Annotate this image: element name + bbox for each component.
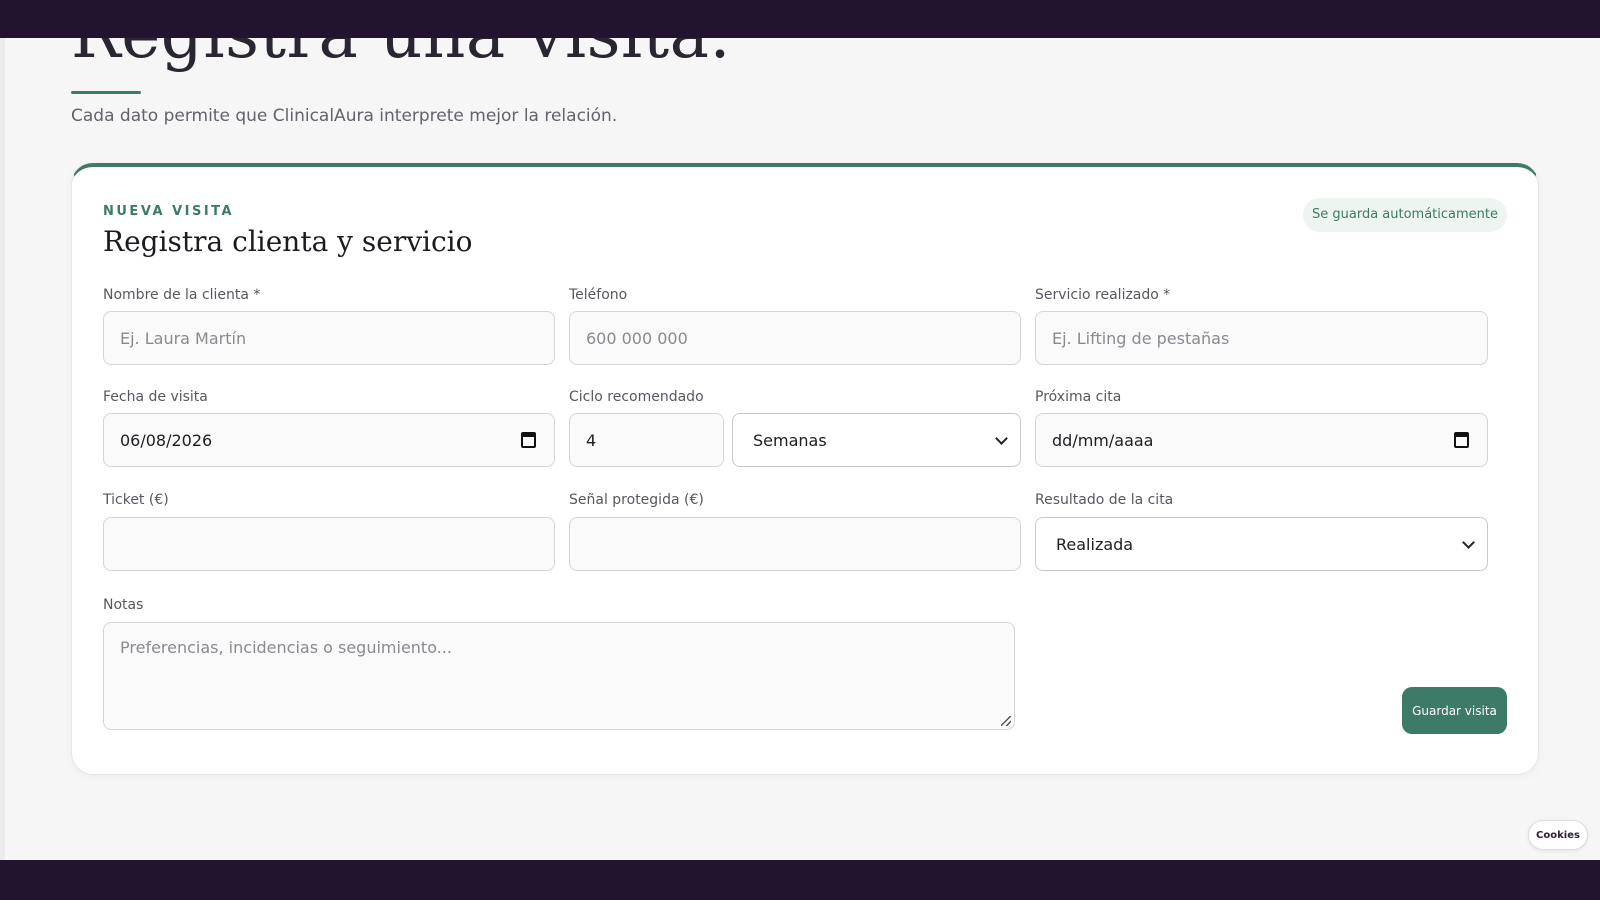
result-select[interactable]: Realizada [1035,517,1488,571]
visit-date-value: 06/08/2026 [120,430,213,450]
visit-date-input[interactable]: 06/08/2026 [103,413,555,467]
calendar-icon[interactable] [1454,432,1469,448]
cookies-button[interactable]: Cookies [1528,820,1588,850]
service-input[interactable]: Ej. Lifting de pestañas [1035,311,1488,365]
cycle-unit-select[interactable]: Semanas [732,413,1021,467]
notes-textarea[interactable]: Preferencias, incidencias o seguimiento.… [103,622,1015,730]
page-viewport: Registra una visita. Cada dato permite q… [0,38,1600,860]
client-name-input[interactable]: Ej. Laura Martín [103,311,555,365]
ticket-input[interactable] [103,517,555,571]
cycle-number-input[interactable]: 4 [569,413,724,467]
next-appointment-value: dd/mm/aaaa [1052,430,1154,450]
chevron-down-icon [1462,536,1475,549]
card-title: Registra clienta y servicio [103,225,473,258]
deposit-label: Señal protegida (€) [569,492,704,508]
autosave-badge: Se guarda automáticamente [1302,198,1507,232]
next-appointment-input[interactable]: dd/mm/aaaa [1035,413,1488,467]
service-label: Servicio realizado * [1035,287,1171,303]
notes-label: Notas [103,597,144,613]
visit-form-card: NUEVA VISITA Registra clienta y servicio… [71,163,1539,775]
chevron-down-icon [995,432,1008,445]
save-visit-button[interactable]: Guardar visita [1402,687,1507,734]
result-label: Resultado de la cita [1035,492,1174,508]
cycle-unit-value: Semanas [753,430,827,450]
phone-input[interactable]: 600 000 000 [569,311,1021,365]
calendar-icon[interactable] [521,432,536,448]
title-underline [71,91,141,94]
ticket-label: Ticket (€) [103,492,169,508]
card-eyebrow: NUEVA VISITA [103,204,235,219]
next-appointment-label: Próxima cita [1035,389,1122,405]
visit-date-label: Fecha de visita [103,389,208,405]
deposit-input[interactable] [569,517,1021,571]
notes-placeholder: Preferencias, incidencias o seguimiento.… [120,638,452,657]
resize-handle-icon[interactable] [1001,716,1011,726]
client-name-label: Nombre de la clienta * [103,287,261,303]
result-value: Realizada [1056,534,1134,554]
page-subtitle: Cada dato permite que ClinicalAura inter… [71,106,618,126]
page-title: Registra una visita. [71,38,731,73]
cycle-label: Ciclo recomendado [569,389,704,405]
phone-label: Teléfono [569,287,628,303]
